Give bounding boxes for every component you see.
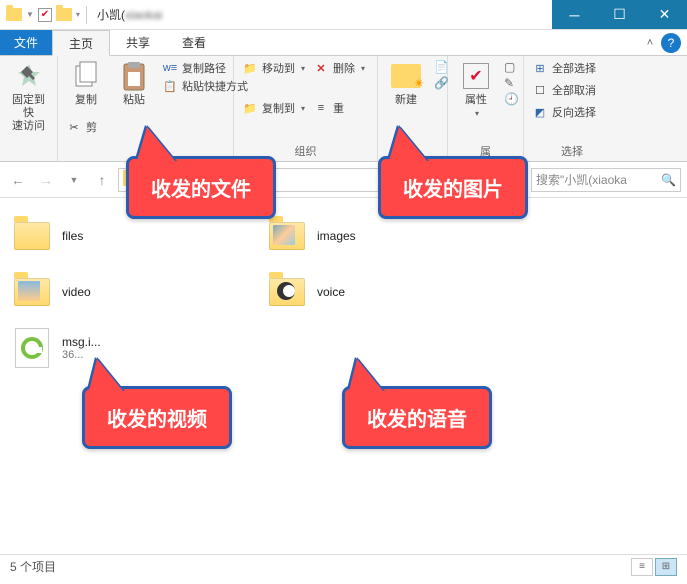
up-button[interactable]: ↑ xyxy=(90,168,114,192)
qat-overflow[interactable]: ▾ xyxy=(76,10,80,19)
view-tab[interactable]: 查看 xyxy=(166,30,222,55)
pin-to-quick-access-button[interactable]: 固定到快 速访问 xyxy=(8,60,49,134)
qat-dropdown[interactable]: ▼ xyxy=(26,10,34,19)
back-button[interactable]: ← xyxy=(6,168,30,192)
search-icon: 🔍 xyxy=(661,173,676,187)
properties-qat-icon[interactable]: ✔ xyxy=(38,8,52,22)
item-count: 5 个项目 xyxy=(10,558,56,575)
select-none-button[interactable]: ☐全部取消 xyxy=(532,82,612,98)
recent-locations-button[interactable]: ▼ xyxy=(62,168,86,192)
annotation-images: 收发的图片 xyxy=(378,156,528,219)
search-input[interactable]: 搜索"小凯(xiaoka 🔍 xyxy=(531,168,681,192)
annotation-files: 收发的文件 xyxy=(126,156,276,219)
titlebar: ▼ ✔ ▾ 小凯(xiaokai ─ ☐ ✕ xyxy=(0,0,687,30)
window-title: 小凯(xiaokai xyxy=(97,6,552,23)
select-group-label: 选择 xyxy=(532,143,612,159)
forward-button[interactable]: → xyxy=(34,168,58,192)
easy-access-icon[interactable]: 🔗 xyxy=(434,76,449,90)
help-button[interactable]: ? xyxy=(661,33,681,53)
item-label: files xyxy=(62,229,83,243)
ribbon-tabs: 文件 主页 共享 查看 ˄ ? xyxy=(0,30,687,56)
folder-icon xyxy=(14,278,50,306)
paste-button[interactable]: 粘贴 xyxy=(114,60,154,107)
folder-icon xyxy=(269,222,305,250)
new-folder-button[interactable]: ✴ 新建 xyxy=(386,60,426,107)
file-list-pane[interactable]: files images video voice msg.i... 36... … xyxy=(0,198,687,554)
item-label: images xyxy=(317,229,356,243)
item-label: msg.i... xyxy=(62,335,101,349)
copy-to-button[interactable]: 📁复制到▾ xyxy=(242,100,305,116)
navigation-bar: ← → ▼ ↑ › 小凯(xia okai ▾ ⟳ 搜索"小凯(xiaoka 🔍 xyxy=(0,162,687,198)
copy-button[interactable]: 复制 xyxy=(66,60,106,107)
cut-button[interactable]: ✂剪 xyxy=(66,119,97,135)
file-tab[interactable]: 文件 xyxy=(0,30,52,55)
icons-view-button[interactable]: ⊞ xyxy=(655,558,677,576)
folder-item-voice[interactable]: voice xyxy=(265,264,520,320)
annotation-voice: 收发的语音 xyxy=(342,386,492,449)
close-button[interactable]: ✕ xyxy=(642,0,687,29)
open-icon[interactable]: ▢ xyxy=(504,60,519,74)
ie-file-icon xyxy=(15,328,49,368)
share-tab[interactable]: 共享 xyxy=(110,30,166,55)
folder-icon xyxy=(56,8,72,21)
folder-icon[interactable] xyxy=(6,8,22,21)
annotation-video: 收发的视频 xyxy=(82,386,232,449)
folder-icon xyxy=(269,278,305,306)
properties-button[interactable]: ✔ 属性 ▾ xyxy=(456,60,496,118)
details-view-button[interactable]: ≡ xyxy=(631,558,653,576)
status-bar: 5 个项目 ≡ ⊞ xyxy=(0,554,687,578)
invert-selection-button[interactable]: ◩反向选择 xyxy=(532,104,612,120)
file-item-msg[interactable]: msg.i... 36... xyxy=(10,320,265,376)
edit-icon[interactable]: ✎ xyxy=(504,76,519,90)
item-label: video xyxy=(62,285,91,299)
rename-button[interactable]: ≡重 xyxy=(313,100,365,116)
folder-icon xyxy=(14,222,50,250)
delete-button[interactable]: ✕删除▾ xyxy=(313,60,365,76)
folder-item-video[interactable]: video xyxy=(10,264,265,320)
maximize-button[interactable]: ☐ xyxy=(597,0,642,29)
collapse-ribbon-button[interactable]: ˄ xyxy=(639,30,661,55)
home-tab[interactable]: 主页 xyxy=(52,30,110,56)
select-all-button[interactable]: ⊞全部选择 xyxy=(532,60,612,76)
item-label: voice xyxy=(317,285,345,299)
minimize-button[interactable]: ─ xyxy=(552,0,597,29)
move-to-button[interactable]: 📁移动到▾ xyxy=(242,60,305,76)
new-item-icon[interactable]: 📄 xyxy=(434,60,449,74)
history-icon[interactable]: 🕘 xyxy=(504,92,519,106)
ribbon: 固定到快 速访问 复制 粘贴 w≡复制路径 📋粘贴快捷方式 ✂剪 剪 xyxy=(0,56,687,162)
